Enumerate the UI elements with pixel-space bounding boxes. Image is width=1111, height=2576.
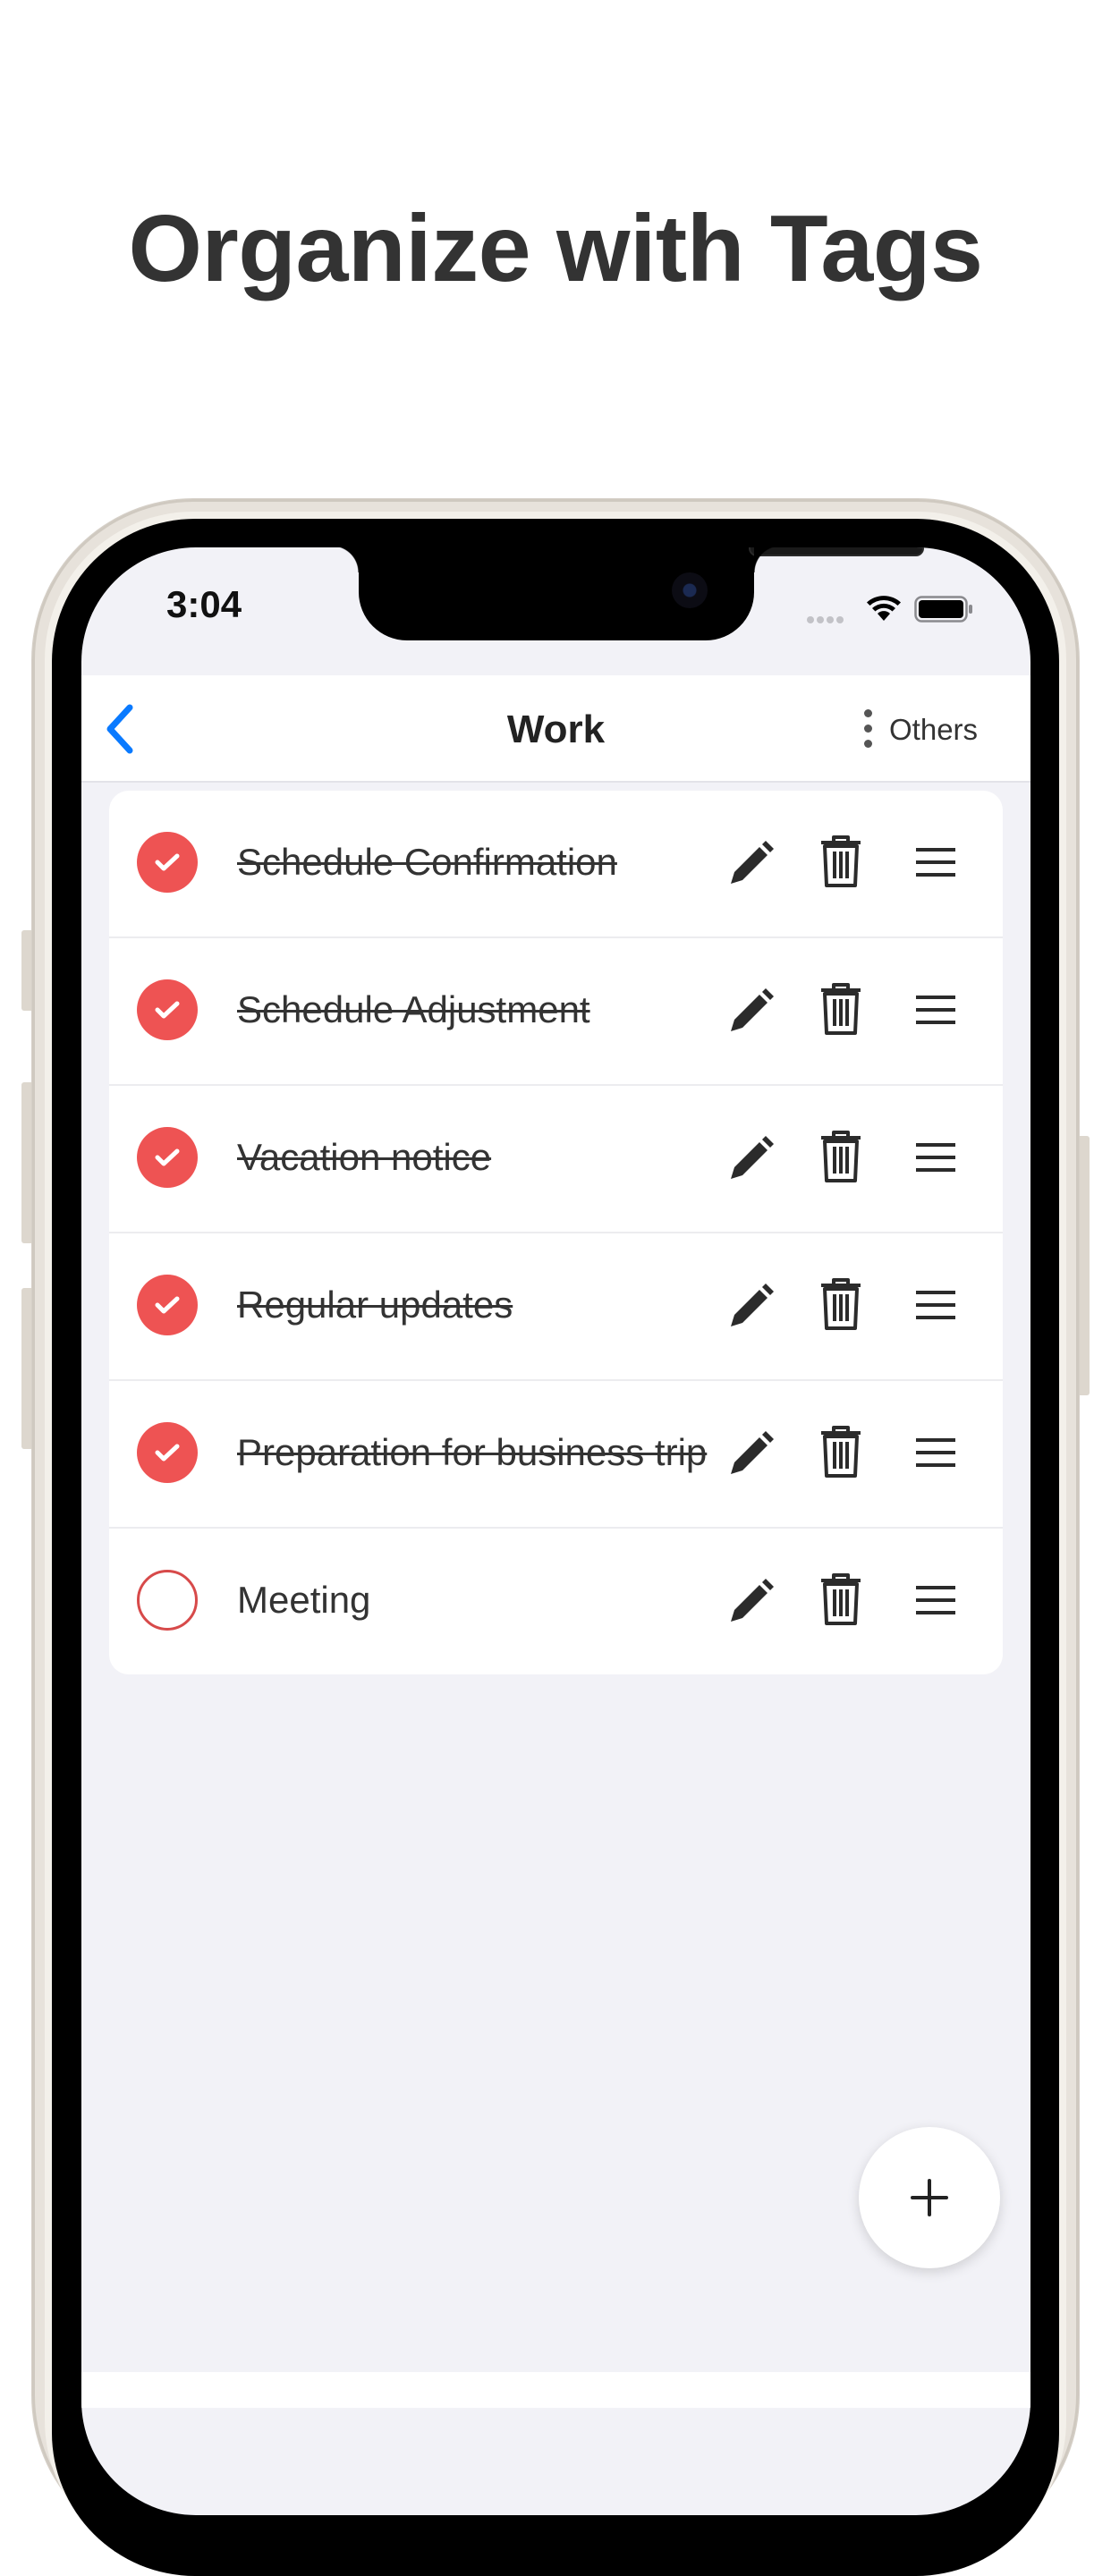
checkmark-icon [155,853,180,871]
checkmark-icon [155,1444,180,1462]
vertical-dots-icon [862,709,875,749]
task-list: Schedule Confirmation Schedule Adjustmen… [109,791,1003,1674]
drag-handle-icon[interactable] [914,1436,957,1469]
status-time: 3:04 [166,583,242,625]
trash-icon[interactable] [818,983,863,1037]
bottom-bar [81,2372,1030,2408]
cellular-signal-icon [807,612,846,628]
task-label: Preparation for business trip [237,1431,708,1473]
drag-handle-icon[interactable] [914,846,957,878]
others-menu-button[interactable]: Others [862,702,995,756]
phone-power-button [1077,1136,1090,1395]
drag-handle-icon[interactable] [914,1141,957,1174]
front-camera-icon [672,572,708,608]
add-task-button[interactable] [859,2127,1000,2268]
wifi-icon [867,596,901,621]
trash-icon[interactable] [818,1573,863,1627]
task-label: Meeting [237,1579,371,1621]
status-icons [807,592,986,623]
plus-icon [911,2179,948,2216]
checkmark-icon [155,1296,180,1314]
task-row: Regular updates [109,1233,1003,1381]
trash-icon[interactable] [818,1278,863,1332]
checkmark-icon [155,1001,180,1019]
task-row: Preparation for business trip [109,1381,1003,1529]
task-checkbox-checked[interactable] [137,1275,198,1335]
battery-icon [914,596,972,623]
task-checkbox-unchecked[interactable] [137,1570,198,1631]
promo-headline: Organize with Tags [128,196,983,301]
notch [332,547,924,640]
task-row: Meeting [109,1529,1003,1674]
task-checkbox-checked[interactable] [137,1127,198,1188]
pencil-icon[interactable] [725,1577,776,1627]
task-label: Schedule Adjustment [237,988,590,1030]
drag-handle-icon[interactable] [914,994,957,1026]
task-row: Schedule Confirmation [109,791,1003,938]
others-label: Others [889,713,979,746]
trash-icon[interactable] [818,1131,863,1184]
trash-icon[interactable] [818,1426,863,1479]
task-label: Vacation notice [237,1136,492,1178]
task-label: Schedule Confirmation [237,841,617,883]
checkmark-icon [155,1148,180,1166]
navigation-bar: Work Others [81,675,1030,783]
task-label: Regular updates [237,1284,513,1326]
pencil-icon[interactable] [725,1282,776,1332]
drag-handle-icon[interactable] [914,1289,957,1321]
drag-handle-icon[interactable] [914,1584,957,1616]
pencil-icon[interactable] [725,1429,776,1479]
pencil-icon[interactable] [725,987,776,1037]
phone-screen: 3:04 Work Others Schedule Confirmation S… [81,547,1030,2515]
task-row: Schedule Adjustment [109,938,1003,1086]
trash-icon[interactable] [818,835,863,889]
pencil-icon[interactable] [725,839,776,889]
task-checkbox-checked[interactable] [137,832,198,893]
task-checkbox-checked[interactable] [137,979,198,1040]
pencil-icon[interactable] [725,1134,776,1184]
task-checkbox-checked[interactable] [137,1422,198,1483]
task-row: Vacation notice [109,1086,1003,1233]
speaker-grille [749,547,924,556]
